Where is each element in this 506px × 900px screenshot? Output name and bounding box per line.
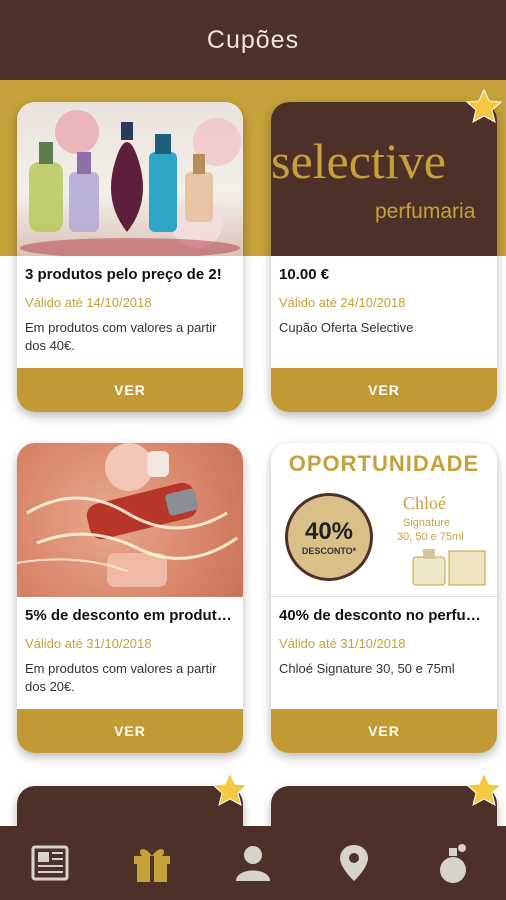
brand-subtitle: perfumaria	[375, 200, 476, 223]
coupon-validity: Válido até 14/10/2018	[25, 295, 152, 310]
coupon-description: Cupão Oferta Selective	[279, 320, 414, 335]
view-coupon-button[interactable]: VER	[17, 368, 243, 412]
user-icon	[235, 846, 270, 881]
coupon-image: OPORTUNIDADE 40% DESCONTO* Chloé Signatu…	[271, 443, 497, 597]
coupon-title: 3 produtos pelo preço de 2!	[25, 266, 222, 283]
discount-badge: 40% DESCONTO*	[285, 493, 373, 581]
coupon-validity: Válido até 31/10/2018	[279, 636, 406, 651]
newspaper-icon	[31, 845, 69, 881]
coupon-card[interactable]: 5% de desconto em produt… Válido até 31/…	[17, 443, 243, 753]
nav-stores[interactable]	[324, 833, 384, 893]
promo-headline: OPORTUNIDADE	[288, 451, 480, 476]
coupon-card[interactable]: 3 produtos pelo preço de 2! Válido até 1…	[17, 102, 243, 412]
discount-percent: 40%	[304, 518, 354, 545]
coupon-description: Em produtos com valores a partir dos 20€…	[25, 661, 217, 694]
coupon-description: Chloé Signature 30, 50 e 75ml	[279, 661, 455, 676]
featured-star-icon	[211, 771, 249, 806]
nav-products[interactable]	[425, 833, 485, 893]
bottom-navigation	[0, 826, 506, 900]
product-sizes: 30, 50 e 75ml	[397, 531, 464, 543]
view-coupon-button[interactable]: VER	[271, 709, 497, 753]
discount-label: DESCONTO*	[301, 546, 357, 556]
coupon-card[interactable]: OPORTUNIDADE 40% DESCONTO* Chloé Signatu…	[271, 443, 497, 753]
coupon-description: Em produtos com valores a partir dos 40€…	[25, 320, 217, 353]
app-header: Cupões	[0, 0, 506, 80]
brand-logo-text: selective	[271, 133, 446, 189]
nav-coupons[interactable]	[122, 833, 182, 893]
coupon-validity: Válido até 31/10/2018	[25, 636, 152, 651]
coupon-title: 40% de desconto no perfu…	[279, 607, 481, 624]
perfume-box-image	[412, 549, 486, 586]
coupon-validity: Válido até 24/10/2018	[279, 295, 406, 310]
view-coupon-button[interactable]: VER	[17, 709, 243, 753]
page-title: Cupões	[206, 25, 300, 54]
coupon-image	[17, 102, 243, 256]
product-line: Signature	[403, 517, 451, 529]
coupon-title: 10.00 €	[279, 266, 330, 283]
product-brand: Chloé	[403, 493, 446, 513]
coupon-card[interactable]: selective perfumaria 10.00 € Válido até …	[271, 102, 497, 412]
featured-star-icon	[465, 88, 503, 123]
coupon-image	[17, 443, 243, 597]
gift-icon	[133, 849, 170, 882]
nav-news[interactable]	[21, 833, 81, 893]
nav-profile[interactable]	[223, 833, 283, 893]
coupon-title: 5% de desconto em produt…	[25, 607, 232, 624]
perfume-bottle-icon	[440, 844, 467, 883]
featured-star-icon	[465, 771, 503, 806]
view-coupon-button[interactable]: VER	[271, 368, 497, 412]
location-pin-icon	[340, 845, 369, 881]
